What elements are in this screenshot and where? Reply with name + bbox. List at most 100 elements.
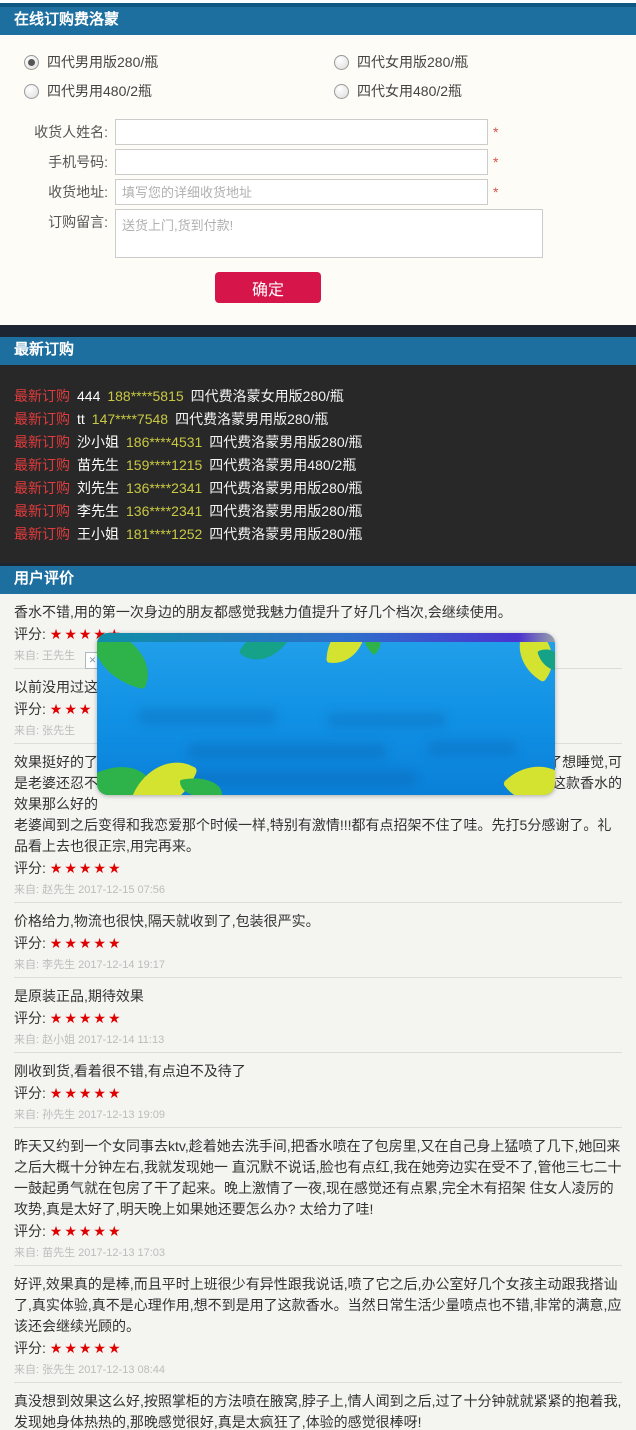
required-asterisk: *	[493, 179, 498, 205]
product-option-radio[interactable]: 四代女用480/2瓶	[334, 81, 636, 101]
order-name: 王小姐	[77, 526, 119, 542]
order-phone: 136****2341	[126, 480, 202, 496]
review-from: 来自: 苗先生 2017-12-13 17:03	[14, 1246, 622, 1260]
order-row: 最新订购王小姐181****1252四代费洛蒙男用版280/瓶	[0, 523, 636, 546]
review-text: 好评,效果真的是棒,而且平时上班很少有异性跟我说话,喷了它之后,办公室好几个女孩…	[14, 1274, 622, 1337]
review-text: 昨天又约到一个女同事去ktv,趁着她去洗手间,把香水喷在了包房里,又在自己身上猛…	[14, 1136, 622, 1220]
review-rating: 评分: ★★★★★	[14, 1221, 622, 1242]
review-text-line: 效果那么好的	[14, 794, 622, 815]
review-from: 来自: 张先生 2017-12-13 08:44	[14, 1363, 622, 1377]
order-product: 四代费洛蒙男用版280/瓶	[175, 411, 328, 427]
star-rating: ★★★★★	[50, 1085, 123, 1101]
product-option-radio[interactable]: 四代女用版280/瓶	[334, 52, 636, 72]
rating-label: 评分:	[14, 626, 50, 642]
order-row: 最新订购444188****5815四代费洛蒙女用版280/瓶	[0, 385, 636, 408]
order-name: 李先生	[77, 503, 119, 519]
review-text: 香水不错,用的第一次身边的朋友都感觉我魅力值提升了好几个档次,会继续使用。	[14, 602, 622, 623]
review-text-fragment: 效果挺好的了	[14, 752, 98, 773]
latest-orders-header: 最新订购	[0, 337, 636, 365]
review-from: 来自: 孙先生 2017-12-13 19:09	[14, 1108, 622, 1122]
review-text-fragment: 是老婆还忍不	[14, 773, 98, 794]
review-item: 真没想到效果这么好,按照掌柜的方法喷在腋窝,脖子上,情人闻到之后,过了十分钟就就…	[14, 1383, 622, 1430]
form-fields: 收货人姓名:*手机号码:*收货地址:*订购留言:	[0, 101, 636, 258]
order-product: 四代费洛蒙女用版280/瓶	[191, 388, 344, 404]
review-text-fragment: 以前没用过这	[14, 677, 98, 698]
section-divider	[0, 325, 636, 337]
order-message-label: 订购留言:	[0, 209, 108, 235]
phone-number-input[interactable]	[115, 149, 488, 175]
order-product: 四代费洛蒙男用480/2瓶	[209, 457, 356, 473]
reviews-title: 用户评价	[14, 570, 74, 587]
order-phone: 136****2341	[126, 503, 202, 519]
order-tag: 最新订购	[14, 503, 70, 519]
phone-number-label: 手机号码:	[0, 149, 108, 175]
review-item: 刚收到货,看着很不错,有点迫不及待了评分: ★★★★★来自: 孙先生 2017-…	[14, 1053, 622, 1128]
rating-label: 评分:	[14, 860, 50, 876]
leaf-icon	[502, 750, 555, 795]
review-text-fragment: 了想睡觉,可	[548, 752, 622, 773]
order-row: 最新订购李先生 136****2341 四代费洛蒙男用版280/瓶	[0, 500, 636, 523]
review-rating: 评分: ★★★★★	[14, 1083, 622, 1104]
shipping-address-input[interactable]	[115, 179, 488, 205]
order-tag: 最新订购	[14, 480, 70, 496]
product-option-label: 四代男用版280/瓶	[47, 52, 158, 72]
order-tag: 最新订购	[14, 457, 70, 473]
rating-label: 评分:	[14, 1340, 50, 1356]
product-options: 四代男用版280/瓶 四代女用版280/瓶四代男用480/2瓶 四代女用480/2瓶	[0, 35, 636, 101]
rating-label: 评分:	[14, 935, 50, 951]
order-name: 刘先生	[77, 480, 119, 496]
order-tag: 最新订购	[14, 526, 70, 542]
star-rating: ★★★★★	[50, 1010, 123, 1026]
review-text: 真没想到效果这么好,按照掌柜的方法喷在腋窝,脖子上,情人闻到之后,过了十分钟就就…	[14, 1391, 622, 1430]
radio-icon	[334, 84, 349, 99]
promo-overlay[interactable]	[97, 633, 555, 795]
recipient-name-input[interactable]	[115, 119, 488, 145]
blurred-content	[427, 741, 517, 755]
review-from: 来自: 赵小姐 2017-12-14 11:13	[14, 1033, 622, 1047]
review-text: 是原装正品,期待效果	[14, 986, 622, 1007]
radio-icon	[334, 55, 349, 70]
star-rating: ★★★	[50, 701, 94, 717]
order-tag: 最新订购	[14, 388, 70, 404]
order-product: 四代费洛蒙男用版280/瓶	[209, 503, 362, 519]
review-item: 是原装正品,期待效果评分: ★★★★★ 来自: 赵小姐 2017-12-14 11…	[14, 978, 622, 1053]
blurred-content	[187, 743, 387, 759]
product-option-radio[interactable]: 四代男用版280/瓶	[24, 52, 334, 72]
review-rating: 评分: ★★★★★	[14, 1008, 622, 1029]
review-rating: 评分: ★★★★★	[14, 858, 622, 879]
order-product: 四代费洛蒙男用版280/瓶	[209, 434, 362, 450]
required-asterisk: *	[493, 149, 498, 175]
product-option-radio[interactable]: 四代男用480/2瓶	[24, 81, 334, 101]
review-text: 老婆闻到之后变得和我恋爱那个时候一样,特别有激情!!!都有点招架不住了哇。先打5…	[14, 815, 622, 857]
form-row: 收货地址:*	[0, 179, 636, 205]
order-name: tt	[77, 411, 85, 427]
product-option-label: 四代女用480/2瓶	[357, 81, 462, 101]
rating-label: 评分:	[14, 701, 50, 717]
order-message-textarea[interactable]	[115, 209, 543, 258]
latest-orders-list: 最新订购444188****5815四代费洛蒙女用版280/瓶最新订购tt147…	[0, 365, 636, 563]
confirm-button[interactable]: 确定	[215, 272, 321, 303]
form-row: 收货人姓名:*	[0, 119, 636, 145]
review-rating: 评分: ★★★★★	[14, 933, 622, 954]
order-phone: 147****7548	[92, 411, 168, 427]
blurred-content	[327, 713, 447, 727]
order-tag: 最新订购	[14, 434, 70, 450]
review-text: 价格给力,物流也很快,隔天就收到了,包装很严实。	[14, 911, 622, 932]
review-item: 昨天又约到一个女同事去ktv,趁着她去洗手间,把香水喷在了包房里,又在自己身上猛…	[14, 1128, 622, 1266]
order-product: 四代费洛蒙男用版280/瓶	[209, 526, 362, 542]
review-from: 来自: 赵先生 2017-12-15 07:56	[14, 883, 622, 897]
star-rating: ★★★★★	[50, 1340, 123, 1356]
order-form: 四代男用版280/瓶 四代女用版280/瓶四代男用480/2瓶 四代女用480/2瓶…	[0, 35, 636, 325]
order-phone: 186****4531	[126, 434, 202, 450]
order-phone: 188****5815	[107, 388, 183, 404]
form-row: 手机号码: *	[0, 149, 636, 175]
review-item: 价格给力,物流也很快,隔天就收到了,包装很严实。评分: ★★★★★来自: 李先生…	[14, 903, 622, 978]
form-row: 订购留言:	[0, 209, 636, 258]
product-option-label: 四代男用480/2瓶	[47, 81, 152, 101]
order-row: 最新订购刘先生136****2341四代费洛蒙男用版280/瓶	[0, 477, 636, 500]
order-section-title: 在线订购费洛蒙	[14, 11, 119, 28]
star-rating: ★★★★★	[50, 935, 123, 951]
order-row: 最新订购沙小姐186****4531四代费洛蒙男用版280/瓶	[0, 431, 636, 454]
overlay-top-bar	[97, 633, 555, 642]
review-rating: 评分: ★★★★★	[14, 1338, 622, 1359]
